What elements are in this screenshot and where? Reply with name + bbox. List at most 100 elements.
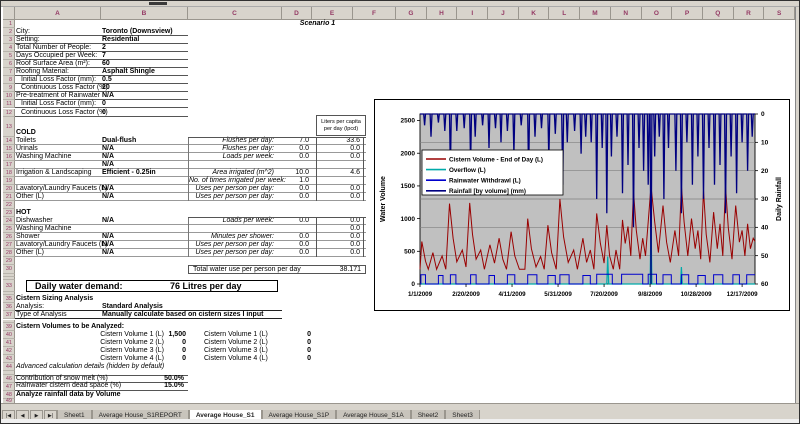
column-header-O[interactable]: O xyxy=(642,7,673,20)
row-number-27[interactable]: 27 xyxy=(3,241,15,249)
property-value[interactable]: 20 xyxy=(102,84,187,92)
row-number-42[interactable]: 42 xyxy=(3,347,15,355)
fixture-name[interactable] xyxy=(16,161,100,169)
fixture-name[interactable] xyxy=(16,177,100,185)
property-label[interactable]: Roofing Material: xyxy=(16,68,96,76)
usage-lpcd[interactable]: 0.0 xyxy=(316,145,364,153)
snow-melt-value[interactable]: 50.0% xyxy=(150,376,184,382)
usage-lpcd[interactable]: 0.0 xyxy=(316,233,364,241)
usage-metric[interactable]: Loads per week: xyxy=(188,153,276,161)
fixture-name[interactable]: Other (L) xyxy=(16,193,100,201)
row-number-24[interactable]: 24 xyxy=(3,217,15,225)
cistern-volume-value[interactable]: 0 xyxy=(101,355,186,363)
row-number-18[interactable]: 18 xyxy=(3,169,15,177)
row-number-1[interactable]: 1 xyxy=(3,20,15,28)
column-header-E[interactable]: E xyxy=(312,7,353,20)
usage-metric[interactable]: Minutes per shower: xyxy=(188,233,276,241)
usage-lpcd[interactable]: 0.0 xyxy=(316,153,364,161)
property-value[interactable]: 0 xyxy=(102,100,187,108)
row-number-2[interactable]: 2 xyxy=(3,28,15,36)
property-label[interactable]: Initial Loss Factor (mm): xyxy=(21,100,101,108)
row-number-7[interactable]: 7 xyxy=(3,68,15,76)
fixture-name[interactable]: Lavatory/Laundry Faucets (L) xyxy=(16,241,100,249)
usage-metric[interactable]: Loads per week: xyxy=(188,217,276,225)
column-header-B[interactable]: B xyxy=(101,7,188,20)
row-number-36[interactable]: 36 xyxy=(3,303,15,311)
property-value[interactable]: 2 xyxy=(102,44,187,52)
usage-metric[interactable]: Uses per person per day: xyxy=(188,185,276,193)
fixture-name[interactable]: Lavatory/Laundry Faucets (L) xyxy=(16,185,100,193)
usage-lpcd[interactable]: 0.0 xyxy=(316,225,364,233)
row-number-23[interactable]: 23 xyxy=(3,209,15,217)
fixture-type[interactable]: Efficient - 0.25in xyxy=(102,169,187,177)
usage-amount[interactable] xyxy=(278,161,309,169)
row-number-40[interactable]: 40 xyxy=(3,331,15,339)
row-number-5[interactable]: 5 xyxy=(3,52,15,60)
column-header-F[interactable]: F xyxy=(353,7,396,20)
property-value[interactable]: N/A xyxy=(102,92,187,100)
column-header-J[interactable]: J xyxy=(488,7,519,20)
row-number-30[interactable]: 30 xyxy=(3,265,15,274)
cistern-volume-value[interactable]: 0 xyxy=(101,347,186,355)
row-number-21[interactable]: 21 xyxy=(3,193,15,201)
usage-amount[interactable]: 0.0 xyxy=(278,241,309,249)
usage-metric[interactable]: Uses per person per day: xyxy=(188,241,276,249)
usage-lpcd[interactable]: 0.0 xyxy=(316,193,364,201)
analysis-label[interactable]: Analysis: xyxy=(16,303,44,311)
column-header-M[interactable]: M xyxy=(580,7,611,20)
row-number-16[interactable]: 16 xyxy=(3,153,15,161)
property-value[interactable]: Asphalt Shingle xyxy=(102,68,187,76)
fixture-type[interactable]: Dual-flush xyxy=(102,137,187,145)
fixture-type[interactable]: N/A xyxy=(102,249,187,257)
row-number-43[interactable]: 43 xyxy=(3,355,15,363)
fixture-name[interactable]: Shower xyxy=(16,233,100,241)
row-number-3[interactable]: 3 xyxy=(3,36,15,44)
usage-amount[interactable]: 0.0 xyxy=(278,153,309,161)
usage-lpcd[interactable]: 0.0 xyxy=(316,249,364,257)
usage-metric[interactable] xyxy=(188,161,276,169)
fixture-type[interactable]: N/A xyxy=(102,145,187,153)
fixture-name[interactable]: Dishwasher xyxy=(16,217,100,225)
row-number-9[interactable]: 9 xyxy=(3,84,15,92)
column-header-P[interactable]: P xyxy=(672,7,703,20)
usage-amount[interactable]: 0.0 xyxy=(278,233,309,241)
column-header-L[interactable]: L xyxy=(549,7,580,20)
fixture-name[interactable]: Washing Machine xyxy=(16,225,100,233)
row-number-13[interactable]: 13 xyxy=(3,117,15,137)
usage-metric[interactable] xyxy=(188,225,276,233)
split-handle[interactable] xyxy=(149,2,167,5)
usage-amount[interactable]: 0.0 xyxy=(278,217,309,225)
column-header-R[interactable]: R xyxy=(734,7,765,20)
usage-lpcd[interactable] xyxy=(316,177,364,185)
property-label[interactable]: Total Number of People: xyxy=(16,44,96,52)
dead-space-value[interactable]: 15.0% xyxy=(150,383,184,389)
usage-amount[interactable]: 0.0 xyxy=(278,249,309,257)
usage-metric[interactable]: No. of times irrigated per week: xyxy=(188,177,276,185)
fixture-name[interactable]: Toilets xyxy=(16,137,100,145)
select-all-corner[interactable] xyxy=(3,7,15,20)
total-value[interactable]: 38.171 xyxy=(321,266,361,273)
column-header-I[interactable]: I xyxy=(457,7,488,20)
row-number-15[interactable]: 15 xyxy=(3,145,15,153)
usage-metric[interactable]: Uses per person per day: xyxy=(188,249,276,257)
usage-lpcd[interactable]: 4.6 xyxy=(316,169,364,177)
property-value[interactable]: 0 xyxy=(102,109,187,117)
column-header-A[interactable]: A xyxy=(15,7,101,20)
row-number-12[interactable]: 12 xyxy=(3,109,15,117)
usage-amount[interactable] xyxy=(278,225,309,233)
column-header-Q[interactable]: Q xyxy=(703,7,734,20)
cistern-volume-value-2[interactable]: 0 xyxy=(281,347,311,355)
row-number-47[interactable]: 47 xyxy=(3,383,15,391)
fixture-type[interactable] xyxy=(102,225,187,233)
fixture-name[interactable]: Washing Machine xyxy=(16,153,100,161)
column-header-S[interactable]: S xyxy=(764,7,795,20)
usage-amount[interactable]: 0.0 xyxy=(278,145,309,153)
column-header-N[interactable]: N xyxy=(611,7,642,20)
snow-melt-label[interactable]: Contribution of snow melt (%) xyxy=(16,376,108,382)
usage-metric[interactable]: Uses per person per day: xyxy=(188,193,276,201)
row-number-20[interactable]: 20 xyxy=(3,185,15,193)
column-header-G[interactable]: G xyxy=(396,7,427,20)
property-label[interactable]: Days Occupied per Week: xyxy=(16,52,96,60)
column-header-K[interactable]: K xyxy=(519,7,550,20)
usage-amount[interactable]: 0.0 xyxy=(278,193,309,201)
